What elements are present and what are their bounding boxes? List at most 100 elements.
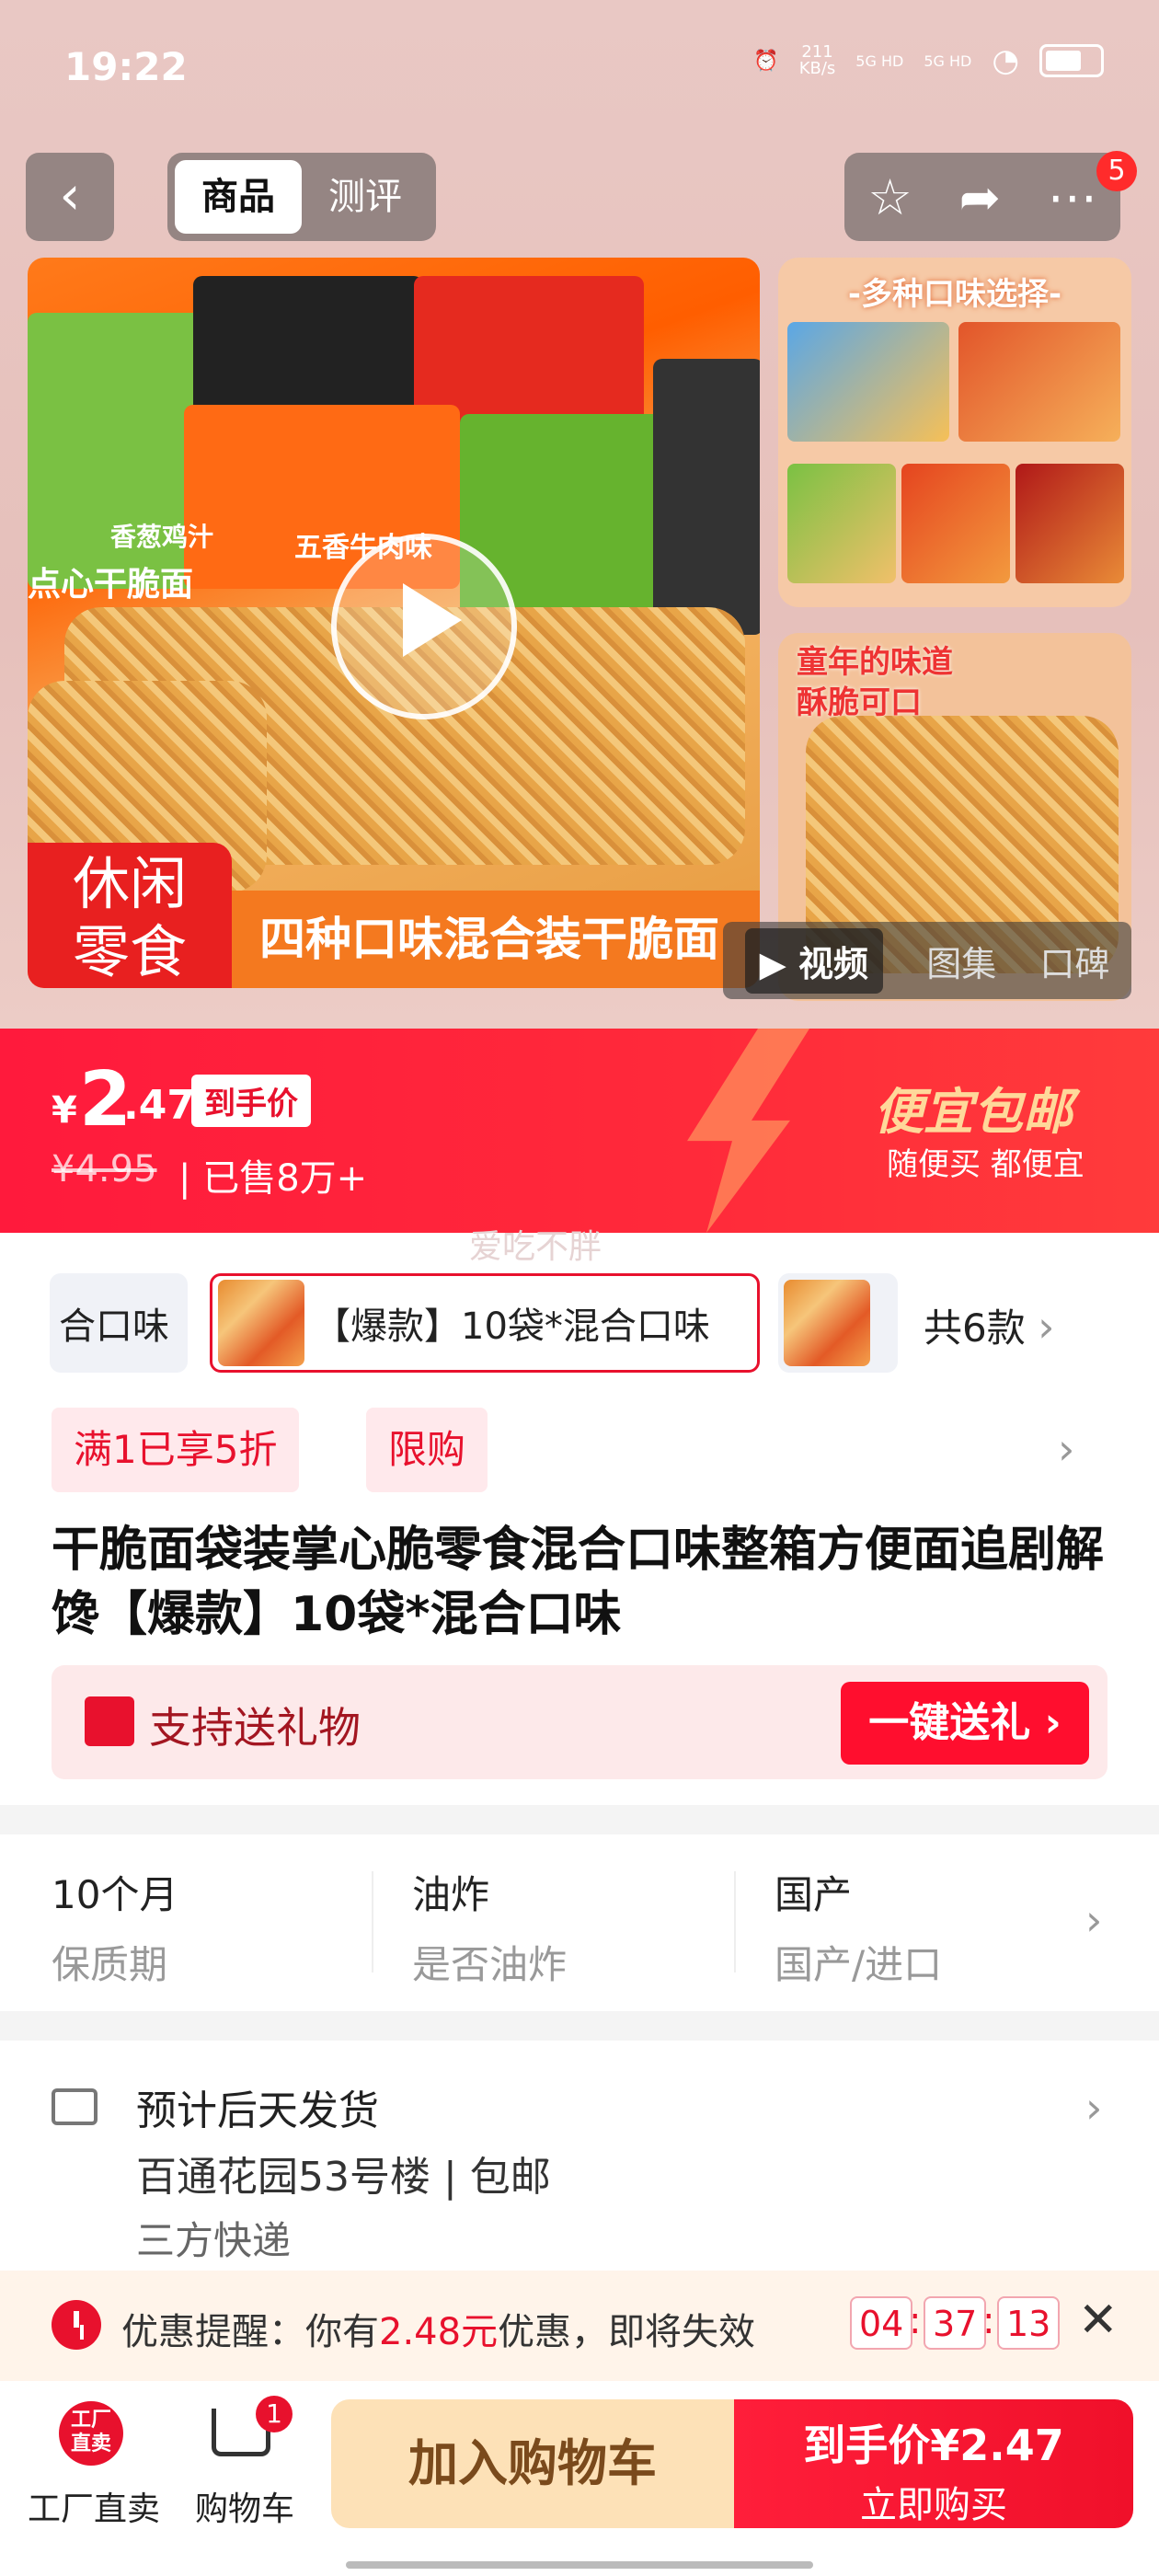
attr-key: 是否油炸 xyxy=(412,1942,568,1987)
wifi-icon: ◔ xyxy=(992,42,1019,79)
reminder-prefix: 优惠提醒：你有 xyxy=(121,2311,379,2353)
more-icon[interactable]: ⋯ xyxy=(1048,168,1097,226)
factory-icon-text: 工厂 直卖 xyxy=(70,2409,111,2455)
bag-label-3: 点心干脆面 xyxy=(28,566,194,604)
thumbnail-title: 童年的味道 酥脆可口 xyxy=(797,644,953,721)
sku-label: 【爆款】10袋*混合口味 xyxy=(314,1305,710,1348)
leisure-snack-text: 休闲 零食 xyxy=(72,850,187,985)
banner-text: 四种口味混合装干脆面 xyxy=(232,891,760,988)
divider xyxy=(372,1871,373,1972)
add-to-cart-button[interactable]: 加入购物车 xyxy=(331,2399,734,2528)
main-product-image[interactable]: 香葱鸡汁 五香牛肉味 点心干脆面 休闲 零食 四种口味混合装干脆面 xyxy=(28,258,760,988)
header-tabs: 商品 测评 xyxy=(167,153,436,241)
chevron-right-icon: › xyxy=(1085,1895,1103,1945)
battery-icon xyxy=(1039,44,1104,77)
product-attributes[interactable] xyxy=(0,1834,1159,2011)
price-currency: ¥ xyxy=(52,1089,77,1132)
share-icon[interactable]: ➦ xyxy=(959,168,1001,226)
attr-key: 保质期 xyxy=(52,1942,168,1987)
tab-gallery[interactable]: 图集 xyxy=(926,936,996,986)
chevron-left-icon: ‹ xyxy=(59,164,81,226)
send-gift-button[interactable]: 一键送礼 › xyxy=(841,1682,1089,1765)
shop-name-watermark: 爱吃不胖 xyxy=(469,1228,602,1266)
close-icon[interactable]: ✕ xyxy=(1078,2293,1119,2348)
sku-option-selected[interactable]: 【爆款】10袋*混合口味 xyxy=(210,1273,760,1373)
cart-label[interactable]: 购物车 xyxy=(195,2482,294,2530)
sku-option-next[interactable] xyxy=(778,1273,898,1373)
timer-seconds: 13 xyxy=(997,2296,1061,2350)
sku-label: 合口味 xyxy=(59,1305,169,1348)
attr-key: 国产/进口 xyxy=(775,1942,943,1987)
buy-now-button[interactable]: 到手价¥2.47 立即购买 xyxy=(734,2399,1133,2528)
chevron-right-icon: › xyxy=(1038,1302,1055,1351)
flavor-image xyxy=(787,464,896,583)
factory-direct-icon[interactable]: 工厂 直卖 xyxy=(59,2401,123,2466)
notification-badge: 5 xyxy=(1096,151,1137,191)
attr-value: 10个月 xyxy=(52,1872,178,1917)
discount-tag: 满1已享5折 xyxy=(52,1408,300,1492)
promo-title: 便宜包邮 xyxy=(874,1083,1073,1141)
flavor-thumbnail[interactable]: -多种口味选择- xyxy=(778,258,1131,607)
signal-icon-2: 5G HD xyxy=(924,52,972,70)
timer-minutes: 37 xyxy=(924,2296,987,2350)
flavor-image xyxy=(787,322,949,442)
timer-colon: : xyxy=(909,2300,922,2342)
signal-icon: 5G HD xyxy=(855,52,904,70)
leisure-snack-tag: 休闲 零食 xyxy=(28,843,232,988)
status-time: 19:22 xyxy=(64,44,188,89)
sold-count: | 已售8万+ xyxy=(178,1157,368,1200)
flavor-image xyxy=(901,464,1010,583)
status-icons: ⏰ 211 KB/s 5G HD 5G HD ◔ xyxy=(753,42,1104,79)
tab-review[interactable]: 测评 xyxy=(302,160,429,234)
media-tabs: ▶ 视频 图集 口碑 xyxy=(723,922,1131,999)
reminder-amount: 2.48元 xyxy=(379,2311,499,2353)
sku-count[interactable]: 共6款 › xyxy=(924,1297,1055,1353)
gift-text: 支持送礼物 xyxy=(149,1703,361,1753)
net-speed: 211 KB/s xyxy=(798,42,836,78)
header-actions: ☆ ➦ ⋯ xyxy=(844,153,1120,241)
home-indicator[interactable] xyxy=(346,2561,813,2569)
original-price: ¥4.95 xyxy=(52,1148,157,1190)
attr-value: 油炸 xyxy=(412,1872,490,1917)
product-title: 干脆面袋装掌心脆零食混合口味整箱方便面追剧解馋【爆款】10袋*混合口味 xyxy=(52,1523,1105,1642)
timer-hours: 04 xyxy=(850,2296,913,2350)
tab-video[interactable]: ▶ 视频 xyxy=(744,927,884,994)
sku-count-label: 共6款 xyxy=(924,1305,1026,1351)
clock-icon xyxy=(52,2300,101,2350)
timer-colon: : xyxy=(982,2300,995,2342)
buy-label: 立即购买 xyxy=(860,2484,1007,2526)
cart-badge: 1 xyxy=(256,2396,293,2432)
buy-price: 到手价¥2.47 xyxy=(803,2421,1064,2470)
attr-value: 国产 xyxy=(775,1872,853,1917)
reminder-text: 优惠提醒：你有2.48元优惠，即将失效 xyxy=(121,2302,755,2355)
tab-reviews[interactable]: 口碑 xyxy=(1039,936,1109,986)
play-video-button[interactable] xyxy=(331,534,517,719)
factory-direct-label[interactable]: 工厂直卖 xyxy=(28,2482,160,2530)
final-price-tag: 到手价 xyxy=(191,1075,311,1127)
sku-option-prev[interactable]: 合口味 xyxy=(50,1273,188,1373)
bag-label-1: 香葱鸡汁 xyxy=(110,522,214,552)
sku-thumbnail xyxy=(218,1280,304,1366)
bag-image-dark xyxy=(653,359,760,635)
sku-thumbnail xyxy=(784,1280,870,1366)
limit-tag: 限购 xyxy=(366,1408,488,1492)
courier: 三方快递 xyxy=(136,2218,292,2263)
tab-product[interactable]: 商品 xyxy=(175,160,302,234)
lightning-icon xyxy=(687,1029,809,1233)
alarm-icon: ⏰ xyxy=(753,49,779,73)
favorite-star-icon[interactable]: ☆ xyxy=(867,168,912,226)
ship-address: 百通花园53号楼 | 包邮 xyxy=(136,2154,551,2201)
reminder-suffix: 优惠，即将失效 xyxy=(498,2311,756,2353)
promo-subtitle: 随便买 都便宜 xyxy=(887,1146,1084,1183)
chevron-right-icon: › xyxy=(1085,2083,1103,2133)
thumbnail-title: -多种口味选择- xyxy=(847,276,1062,313)
chevron-right-icon[interactable]: › xyxy=(1058,1424,1074,1474)
flavor-image xyxy=(958,322,1120,442)
gift-icon xyxy=(85,1696,134,1746)
flavor-image xyxy=(1016,464,1124,583)
ship-time: 预计后天发货 xyxy=(136,2087,379,2134)
back-button[interactable]: ‹ xyxy=(26,153,114,241)
divider xyxy=(734,1871,736,1972)
price-decimal: .47 xyxy=(123,1082,195,1129)
truck-icon xyxy=(52,2088,98,2125)
